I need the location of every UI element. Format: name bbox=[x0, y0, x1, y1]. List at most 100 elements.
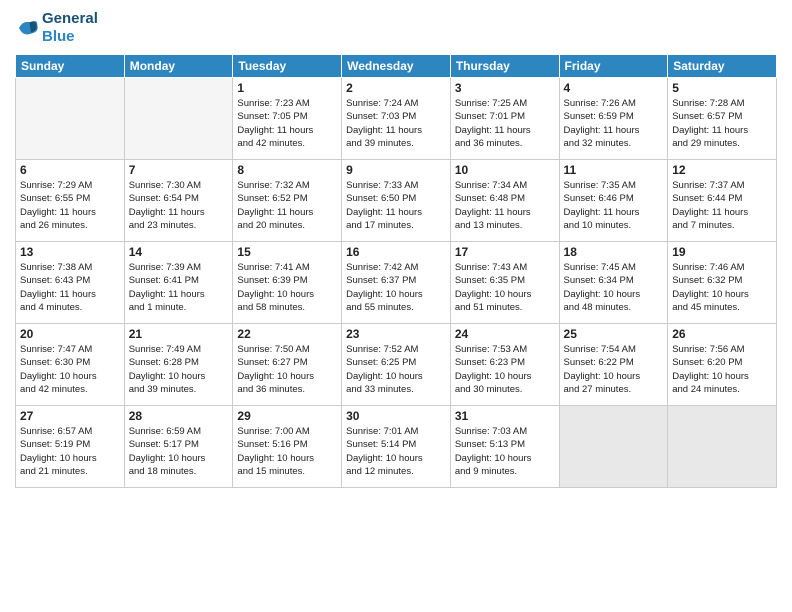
calendar-cell: 29 Sunrise: 7:00 AM Sunset: 5:16 PM Dayli… bbox=[233, 406, 342, 488]
day-number: 10 bbox=[455, 163, 555, 177]
calendar-cell: 24 Sunrise: 7:53 AM Sunset: 6:23 PM Dayli… bbox=[450, 324, 559, 406]
day-info: Sunrise: 7:53 AM Sunset: 6:23 PM Dayligh… bbox=[455, 343, 555, 396]
calendar-cell: 3Sunrise: 7:25 AM Sunset: 7:01 PM Daylig… bbox=[450, 78, 559, 160]
calendar-cell: 26 Sunrise: 7:56 AM Sunset: 6:20 PM Dayli… bbox=[668, 324, 777, 406]
day-info: Sunrise: 6:57 AM Sunset: 5:19 PM Dayligh… bbox=[20, 425, 120, 478]
day-number: 11 bbox=[564, 163, 664, 177]
calendar-cell: 12Sunrise: 7:37 AM Sunset: 6:44 PM Dayli… bbox=[668, 160, 777, 242]
day-info: Sunrise: 7:46 AM Sunset: 6:32 PM Dayligh… bbox=[672, 261, 772, 314]
day-number: 30 bbox=[346, 409, 446, 423]
week-row-1: 1 Sunrise: 7:23 AM Sunset: 7:05 PM Daylig… bbox=[16, 78, 777, 160]
calendar-cell: 25 Sunrise: 7:54 AM Sunset: 6:22 PM Dayli… bbox=[559, 324, 668, 406]
day-number: 12 bbox=[672, 163, 772, 177]
day-number: 18 bbox=[564, 245, 664, 259]
calendar-cell: 21 Sunrise: 7:49 AM Sunset: 6:28 PM Dayli… bbox=[124, 324, 233, 406]
logo-icon bbox=[15, 16, 39, 40]
day-info: Sunrise: 7:54 AM Sunset: 6:22 PM Dayligh… bbox=[564, 343, 664, 396]
calendar-cell: 9 Sunrise: 7:33 AM Sunset: 6:50 PM Daylig… bbox=[342, 160, 451, 242]
calendar-cell: 28 Sunrise: 6:59 AM Sunset: 5:17 PM Dayli… bbox=[124, 406, 233, 488]
calendar-cell: 14 Sunrise: 7:39 AM Sunset: 6:41 PM Dayli… bbox=[124, 242, 233, 324]
day-number: 5 bbox=[672, 81, 772, 95]
day-info: Sunrise: 7:49 AM Sunset: 6:28 PM Dayligh… bbox=[129, 343, 229, 396]
weekday-header-thursday: Thursday bbox=[450, 55, 559, 78]
day-info: Sunrise: 7:50 AM Sunset: 6:27 PM Dayligh… bbox=[237, 343, 337, 396]
day-number: 15 bbox=[237, 245, 337, 259]
day-number: 28 bbox=[129, 409, 229, 423]
calendar-cell: 19 Sunrise: 7:46 AM Sunset: 6:32 PM Dayli… bbox=[668, 242, 777, 324]
day-info: Sunrise: 7:24 AM Sunset: 7:03 PM Dayligh… bbox=[346, 97, 446, 150]
day-number: 13 bbox=[20, 245, 120, 259]
day-info: Sunrise: 7:32 AM Sunset: 6:52 PM Dayligh… bbox=[237, 179, 337, 232]
logo-text: General Blue bbox=[42, 10, 98, 46]
day-info: Sunrise: 7:29 AM Sunset: 6:55 PM Dayligh… bbox=[20, 179, 120, 232]
day-number: 8 bbox=[237, 163, 337, 177]
day-number: 24 bbox=[455, 327, 555, 341]
weekday-header-saturday: Saturday bbox=[668, 55, 777, 78]
calendar-cell: 8 Sunrise: 7:32 AM Sunset: 6:52 PM Daylig… bbox=[233, 160, 342, 242]
calendar-cell: 1 Sunrise: 7:23 AM Sunset: 7:05 PM Daylig… bbox=[233, 78, 342, 160]
day-number: 7 bbox=[129, 163, 229, 177]
day-info: Sunrise: 7:43 AM Sunset: 6:35 PM Dayligh… bbox=[455, 261, 555, 314]
day-info: Sunrise: 7:39 AM Sunset: 6:41 PM Dayligh… bbox=[129, 261, 229, 314]
day-number: 31 bbox=[455, 409, 555, 423]
calendar-cell: 6Sunrise: 7:29 AM Sunset: 6:55 PM Daylig… bbox=[16, 160, 125, 242]
calendar-cell: 15Sunrise: 7:41 AM Sunset: 6:39 PM Dayli… bbox=[233, 242, 342, 324]
day-info: Sunrise: 7:38 AM Sunset: 6:43 PM Dayligh… bbox=[20, 261, 120, 314]
day-number: 21 bbox=[129, 327, 229, 341]
day-info: Sunrise: 7:52 AM Sunset: 6:25 PM Dayligh… bbox=[346, 343, 446, 396]
weekday-header-monday: Monday bbox=[124, 55, 233, 78]
day-number: 23 bbox=[346, 327, 446, 341]
calendar-cell bbox=[668, 406, 777, 488]
day-number: 2 bbox=[346, 81, 446, 95]
calendar-cell bbox=[559, 406, 668, 488]
weekday-header-tuesday: Tuesday bbox=[233, 55, 342, 78]
calendar-cell: 5 Sunrise: 7:28 AM Sunset: 6:57 PM Daylig… bbox=[668, 78, 777, 160]
day-number: 17 bbox=[455, 245, 555, 259]
day-number: 27 bbox=[20, 409, 120, 423]
day-number: 26 bbox=[672, 327, 772, 341]
calendar-cell: 31 Sunrise: 7:03 AM Sunset: 5:13 PM Dayli… bbox=[450, 406, 559, 488]
calendar-cell: 2 Sunrise: 7:24 AM Sunset: 7:03 PM Daylig… bbox=[342, 78, 451, 160]
header: General Blue bbox=[15, 10, 777, 46]
day-info: Sunrise: 7:33 AM Sunset: 6:50 PM Dayligh… bbox=[346, 179, 446, 232]
weekday-header-friday: Friday bbox=[559, 55, 668, 78]
calendar-cell: 18 Sunrise: 7:45 AM Sunset: 6:34 PM Dayli… bbox=[559, 242, 668, 324]
week-row-2: 6Sunrise: 7:29 AM Sunset: 6:55 PM Daylig… bbox=[16, 160, 777, 242]
calendar-cell bbox=[124, 78, 233, 160]
day-number: 19 bbox=[672, 245, 772, 259]
calendar-cell: 27 Sunrise: 6:57 AM Sunset: 5:19 PM Dayli… bbox=[16, 406, 125, 488]
weekday-header-wednesday: Wednesday bbox=[342, 55, 451, 78]
calendar-cell: 16Sunrise: 7:42 AM Sunset: 6:37 PM Dayli… bbox=[342, 242, 451, 324]
calendar-cell: 30Sunrise: 7:01 AM Sunset: 5:14 PM Dayli… bbox=[342, 406, 451, 488]
day-info: Sunrise: 7:56 AM Sunset: 6:20 PM Dayligh… bbox=[672, 343, 772, 396]
day-number: 20 bbox=[20, 327, 120, 341]
calendar-cell: 22Sunrise: 7:50 AM Sunset: 6:27 PM Dayli… bbox=[233, 324, 342, 406]
day-number: 3 bbox=[455, 81, 555, 95]
day-number: 29 bbox=[237, 409, 337, 423]
day-info: Sunrise: 7:35 AM Sunset: 6:46 PM Dayligh… bbox=[564, 179, 664, 232]
day-number: 14 bbox=[129, 245, 229, 259]
calendar-cell: 23 Sunrise: 7:52 AM Sunset: 6:25 PM Dayli… bbox=[342, 324, 451, 406]
calendar-cell bbox=[16, 78, 125, 160]
calendar-cell: 20Sunrise: 7:47 AM Sunset: 6:30 PM Dayli… bbox=[16, 324, 125, 406]
calendar: SundayMondayTuesdayWednesdayThursdayFrid… bbox=[15, 54, 777, 488]
day-info: Sunrise: 7:30 AM Sunset: 6:54 PM Dayligh… bbox=[129, 179, 229, 232]
day-info: Sunrise: 7:03 AM Sunset: 5:13 PM Dayligh… bbox=[455, 425, 555, 478]
day-number: 9 bbox=[346, 163, 446, 177]
calendar-cell: 17 Sunrise: 7:43 AM Sunset: 6:35 PM Dayli… bbox=[450, 242, 559, 324]
day-info: Sunrise: 6:59 AM Sunset: 5:17 PM Dayligh… bbox=[129, 425, 229, 478]
calendar-cell: 11 Sunrise: 7:35 AM Sunset: 6:46 PM Dayli… bbox=[559, 160, 668, 242]
day-info: Sunrise: 7:42 AM Sunset: 6:37 PM Dayligh… bbox=[346, 261, 446, 314]
day-info: Sunrise: 7:28 AM Sunset: 6:57 PM Dayligh… bbox=[672, 97, 772, 150]
calendar-cell: 10Sunrise: 7:34 AM Sunset: 6:48 PM Dayli… bbox=[450, 160, 559, 242]
day-number: 25 bbox=[564, 327, 664, 341]
day-number: 1 bbox=[237, 81, 337, 95]
calendar-cell: 7 Sunrise: 7:30 AM Sunset: 6:54 PM Daylig… bbox=[124, 160, 233, 242]
day-info: Sunrise: 7:45 AM Sunset: 6:34 PM Dayligh… bbox=[564, 261, 664, 314]
day-info: Sunrise: 7:00 AM Sunset: 5:16 PM Dayligh… bbox=[237, 425, 337, 478]
week-row-4: 20Sunrise: 7:47 AM Sunset: 6:30 PM Dayli… bbox=[16, 324, 777, 406]
day-info: Sunrise: 7:23 AM Sunset: 7:05 PM Dayligh… bbox=[237, 97, 337, 150]
logo: General Blue bbox=[15, 10, 98, 46]
weekday-header-sunday: Sunday bbox=[16, 55, 125, 78]
day-info: Sunrise: 7:26 AM Sunset: 6:59 PM Dayligh… bbox=[564, 97, 664, 150]
